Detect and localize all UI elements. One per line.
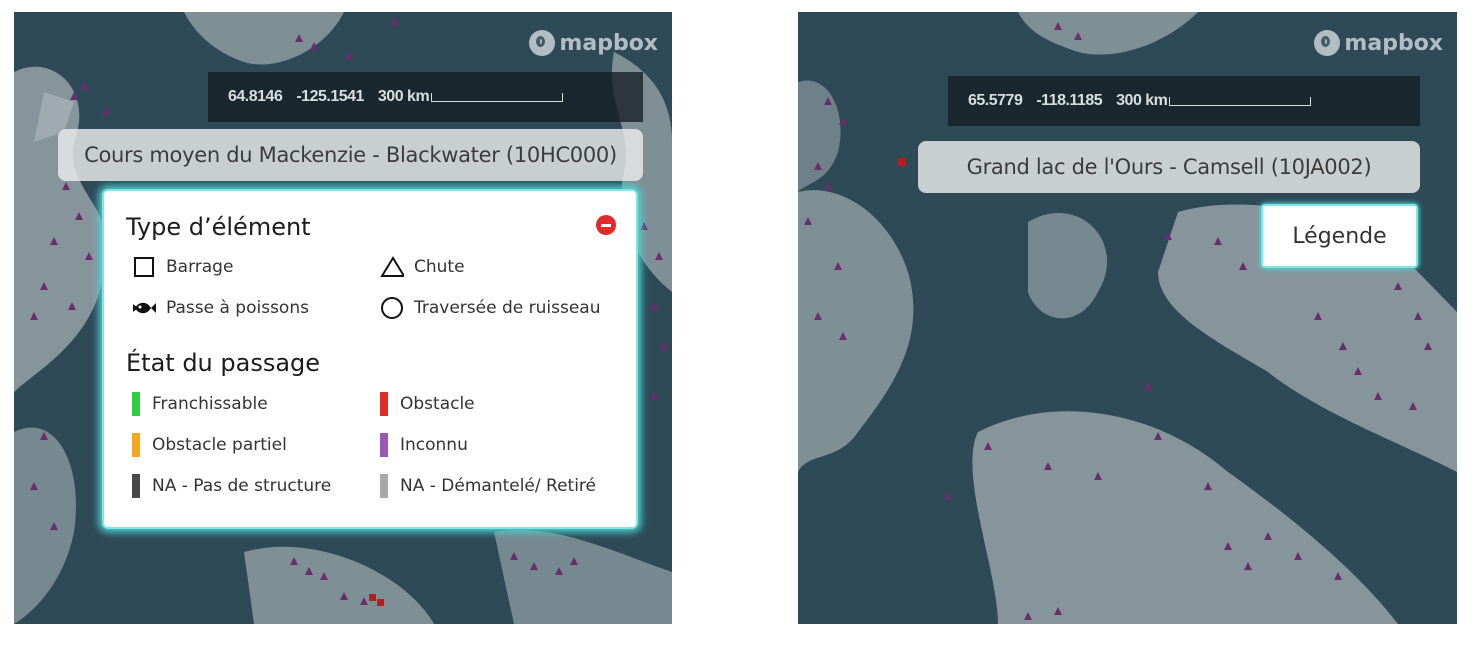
scale-label: 300 km (377, 88, 430, 105)
legend-status-obstacle: Obstacle (380, 392, 475, 416)
legend-panel: Type d’élément Barrage Chute Passe à poi… (102, 189, 638, 529)
legend-item-chute: Chute (380, 255, 465, 279)
legend-status-obstacle-partiel: Obstacle partiel (132, 433, 287, 457)
legend-label: Obstacle partiel (152, 435, 287, 455)
triangle-outline-icon (380, 255, 404, 279)
longitude-value: -118.1185 (1036, 92, 1103, 109)
circle-outline-icon (380, 296, 404, 320)
legend-label: NA - Pas de structure (152, 476, 332, 496)
watershed-subtitle: Cours moyen du Mackenzie - Blackwater (1… (58, 129, 643, 181)
map-right[interactable]: mapbox 65.5779 -118.1185 300 km Grand la… (798, 12, 1457, 624)
fish-icon (132, 296, 156, 320)
legend-item-barrage: Barrage (132, 255, 233, 279)
status-swatch (132, 433, 140, 457)
legend-item-traversee: Traversée de ruisseau (380, 296, 601, 320)
latitude-value: 64.8146 (228, 88, 283, 105)
square-outline-icon (132, 255, 156, 279)
status-swatch (380, 392, 388, 416)
mapbox-logo-text: mapbox (559, 30, 658, 56)
legend-label: Inconnu (400, 435, 468, 455)
status-swatch (132, 474, 140, 498)
legend-label: Obstacle (400, 394, 475, 414)
legend-status-franchissable: Franchissable (132, 392, 268, 416)
scale-bar (431, 92, 564, 102)
legend-label: Passe à poissons (166, 298, 309, 318)
mapbox-logo-icon (1314, 30, 1341, 56)
scale-bar (1169, 96, 1312, 106)
mapbox-logo[interactable]: mapbox (529, 30, 658, 56)
legend-label: Traversée de ruisseau (414, 298, 601, 318)
mapbox-logo-text: mapbox (1344, 30, 1443, 56)
scale-label: 300 km (1116, 92, 1168, 109)
map-left[interactable]: mapbox 64.8146 -125.1541 300 km Cours mo… (14, 12, 672, 624)
status-swatch (380, 433, 388, 457)
watershed-subtitle: Grand lac de l'Ours - Camsell (10JA002) (918, 141, 1420, 193)
coordinate-readout: 64.8146 -125.1541 300 km (208, 72, 643, 122)
coordinate-readout: 65.5779 -118.1185 300 km (948, 76, 1420, 126)
legend-item-passe-a-poissons: Passe à poissons (132, 296, 309, 320)
mapbox-logo-icon (529, 30, 556, 56)
legend-status-inconnu: Inconnu (380, 433, 468, 457)
close-legend-icon[interactable] (596, 215, 616, 235)
legend-label: Franchissable (152, 394, 268, 414)
legend-status-title: État du passage (126, 349, 321, 377)
legend-type-title: Type d’élément (126, 213, 311, 241)
legend-button[interactable]: Légende (1261, 204, 1418, 268)
status-swatch (380, 474, 388, 498)
latitude-value: 65.5779 (968, 92, 1023, 109)
legend-status-na-demantele: NA - Démantelé/ Retiré (380, 474, 596, 498)
mapbox-logo[interactable]: mapbox (1314, 30, 1443, 56)
legend-label: Chute (414, 257, 465, 277)
status-swatch (132, 392, 140, 416)
legend-status-na-pas-de-structure: NA - Pas de structure (132, 474, 331, 498)
legend-label: Barrage (166, 257, 234, 277)
legend-label: NA - Démantelé/ Retiré (400, 476, 596, 496)
longitude-value: -125.1541 (296, 88, 364, 105)
